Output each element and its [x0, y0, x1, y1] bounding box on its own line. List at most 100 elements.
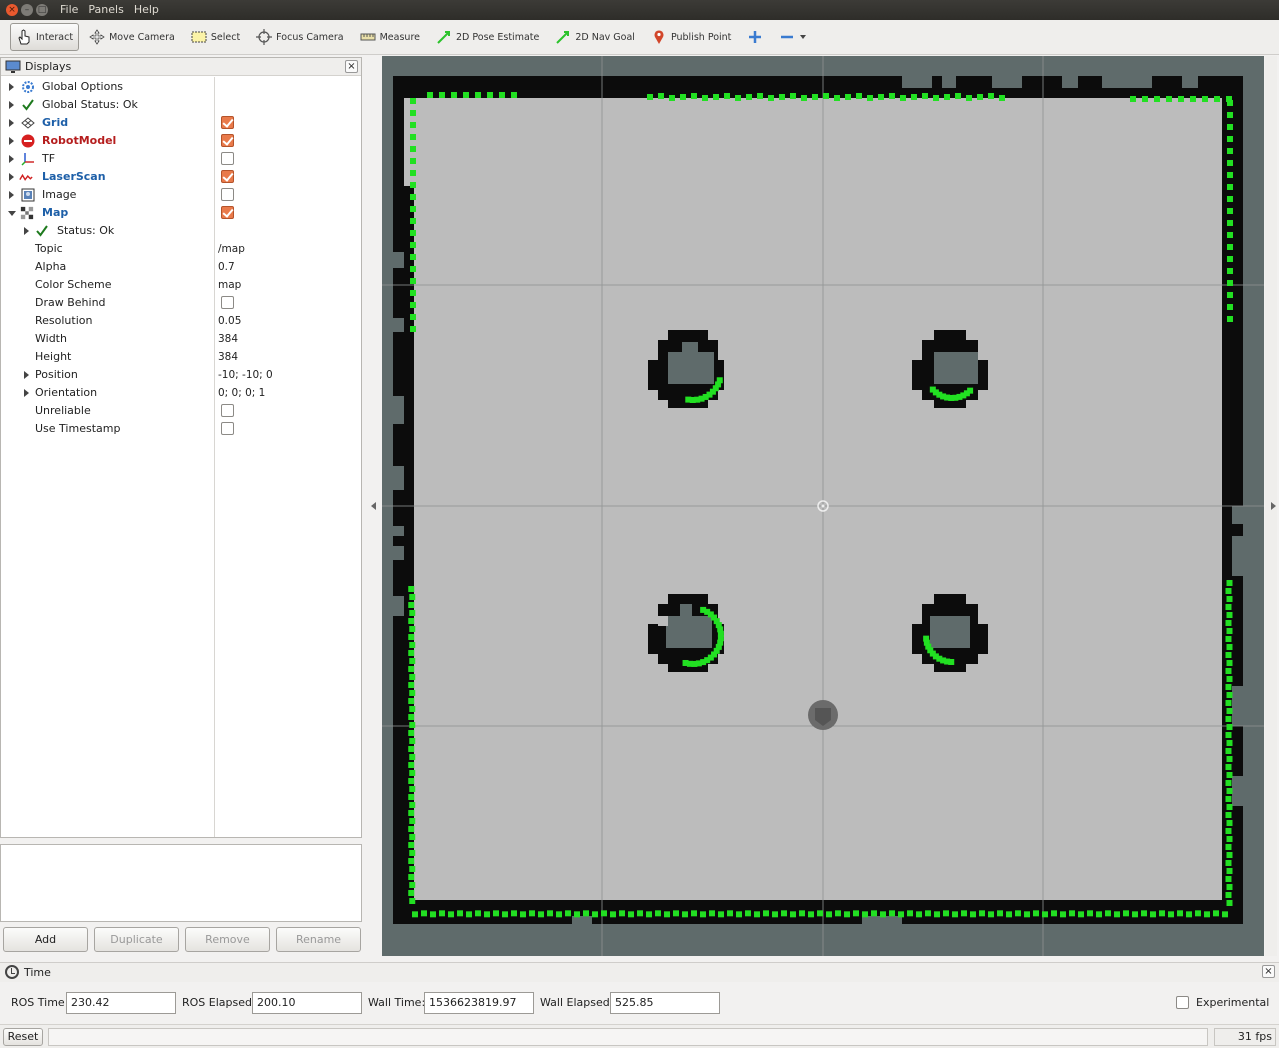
laser-point: [745, 910, 751, 917]
map-topic-value[interactable]: /map: [218, 240, 245, 258]
map-position-value[interactable]: -10; -10; 0: [218, 366, 273, 384]
map-enabled-checkbox[interactable]: [221, 206, 234, 219]
laser-point: [409, 754, 416, 760]
tree-item-label: LaserScan: [42, 170, 106, 183]
laser-point: [1204, 911, 1210, 918]
collapse-arrow-icon[interactable]: [8, 211, 16, 216]
tree-item-global-status[interactable]: Global Status: Ok: [1, 96, 361, 114]
map-resolution-value[interactable]: 0.05: [218, 312, 241, 330]
tree-item-image[interactable]: Image: [1, 186, 361, 204]
expand-arrow-icon[interactable]: [24, 227, 29, 235]
remove-tool-dropdown[interactable]: [773, 23, 813, 51]
collapse-right-arrow-icon[interactable]: [1271, 502, 1276, 510]
laser-point: [1225, 860, 1232, 866]
menu-panels[interactable]: Panels: [88, 3, 123, 16]
tree-item-laserscan[interactable]: LaserScan: [1, 168, 361, 186]
occupancy-map[interactable]: [382, 56, 1264, 956]
laser-point: [448, 911, 454, 918]
rename-button[interactable]: Rename: [276, 927, 361, 952]
tree-item-tf[interactable]: TF: [1, 150, 361, 168]
laser-point: [409, 818, 416, 824]
focus-camera-tool-button[interactable]: Focus Camera: [250, 23, 349, 51]
minimize-window-icon[interactable]: –: [21, 4, 33, 16]
reset-button[interactable]: Reset: [3, 1028, 43, 1046]
experimental-checkbox[interactable]: [1176, 996, 1189, 1009]
laser-point: [655, 910, 661, 917]
draw-behind-checkbox[interactable]: [221, 296, 234, 309]
time-fields-row: ROS Time: 230.42 ROS Elapsed: 200.10 Wal…: [0, 990, 1279, 1016]
duplicate-button[interactable]: Duplicate: [94, 927, 179, 952]
laser-point: [408, 874, 415, 880]
tree-item-grid[interactable]: Grid: [1, 114, 361, 132]
map-resolution-row[interactable]: Resolution 0.05: [1, 312, 361, 330]
map-status-row[interactable]: Status: Ok: [1, 222, 361, 240]
map-topic-row[interactable]: Topic /map: [1, 240, 361, 258]
map-alpha-value[interactable]: 0.7: [218, 258, 235, 276]
laser-point: [457, 910, 463, 917]
render-viewport[interactable]: [382, 56, 1264, 956]
add-button[interactable]: Add: [3, 927, 88, 952]
wall-time-field[interactable]: 1536623819.97: [424, 992, 534, 1014]
laser-point: [1226, 852, 1233, 858]
select-tool-button[interactable]: Select: [185, 23, 246, 51]
laser-point: [1225, 652, 1232, 658]
use-timestamp-checkbox[interactable]: [221, 422, 234, 435]
map-draw-behind-row[interactable]: Draw Behind: [1, 294, 361, 312]
map-unreliable-row[interactable]: Unreliable: [1, 402, 361, 420]
image-enabled-checkbox[interactable]: [221, 188, 234, 201]
move-camera-tool-button[interactable]: Move Camera: [83, 23, 181, 51]
displays-close-icon[interactable]: ×: [345, 60, 358, 73]
wall-time-label: Wall Time:: [368, 996, 426, 1009]
nav-goal-tool-button[interactable]: 2D Nav Goal: [549, 23, 641, 51]
map-color-scheme-row[interactable]: Color Scheme map: [1, 276, 361, 294]
maximize-window-icon[interactable]: □: [36, 4, 48, 16]
remove-button[interactable]: Remove: [185, 927, 270, 952]
add-tool-button[interactable]: [741, 23, 769, 51]
expand-arrow-icon[interactable]: [9, 155, 14, 163]
axes-icon: [21, 153, 34, 166]
expand-arrow-icon[interactable]: [24, 389, 29, 397]
unreliable-checkbox[interactable]: [221, 404, 234, 417]
measure-tool-button[interactable]: Measure: [354, 23, 426, 51]
menu-help[interactable]: Help: [134, 3, 159, 16]
ros-elapsed-field[interactable]: 200.10: [252, 992, 362, 1014]
laser-point: [1227, 124, 1233, 130]
map-color-scheme-value[interactable]: map: [218, 276, 241, 294]
pose-estimate-tool-button[interactable]: 2D Pose Estimate: [430, 23, 545, 51]
map-orientation-row[interactable]: Orientation 0; 0; 0; 1: [1, 384, 361, 402]
publish-point-tool-button[interactable]: Publish Point: [645, 23, 737, 51]
close-window-icon[interactable]: ×: [6, 4, 18, 16]
time-panel-close-icon[interactable]: ×: [1262, 965, 1275, 978]
expand-arrow-icon[interactable]: [24, 371, 29, 379]
map-position-row[interactable]: Position -10; -10; 0: [1, 366, 361, 384]
tree-item-map[interactable]: Map: [1, 204, 361, 222]
map-height-row[interactable]: Height 384: [1, 348, 361, 366]
expand-arrow-icon[interactable]: [9, 173, 14, 181]
tree-item-robotmodel[interactable]: RobotModel: [1, 132, 361, 150]
laserscan-enabled-checkbox[interactable]: [221, 170, 234, 183]
laser-point: [499, 92, 505, 98]
expand-arrow-icon[interactable]: [9, 191, 14, 199]
tf-enabled-checkbox[interactable]: [221, 152, 234, 165]
map-use-timestamp-row[interactable]: Use Timestamp: [1, 420, 361, 438]
map-height-value[interactable]: 384: [218, 348, 238, 366]
expand-arrow-icon[interactable]: [9, 101, 14, 109]
wall-elapsed-field[interactable]: 525.85: [610, 992, 720, 1014]
expand-arrow-icon[interactable]: [9, 83, 14, 91]
interact-tool-button[interactable]: Interact: [10, 23, 80, 51]
robotmodel-enabled-checkbox[interactable]: [221, 134, 234, 147]
map-orientation-value[interactable]: 0; 0; 0; 1: [218, 384, 265, 402]
ros-time-field[interactable]: 230.42: [66, 992, 176, 1014]
laser-point: [1226, 788, 1233, 794]
map-width-row[interactable]: Width 384: [1, 330, 361, 348]
collapse-left-arrow-icon[interactable]: [371, 502, 376, 510]
menu-file[interactable]: File: [60, 3, 78, 16]
expand-arrow-icon[interactable]: [9, 119, 14, 127]
expand-arrow-icon[interactable]: [9, 137, 14, 145]
laser-point: [808, 911, 814, 918]
map-width-value[interactable]: 384: [218, 330, 238, 348]
tree-item-global-options[interactable]: Global Options: [1, 78, 361, 96]
grid-enabled-checkbox[interactable]: [221, 116, 234, 129]
map-alpha-row[interactable]: Alpha 0.7: [1, 258, 361, 276]
laser-point: [408, 634, 415, 640]
